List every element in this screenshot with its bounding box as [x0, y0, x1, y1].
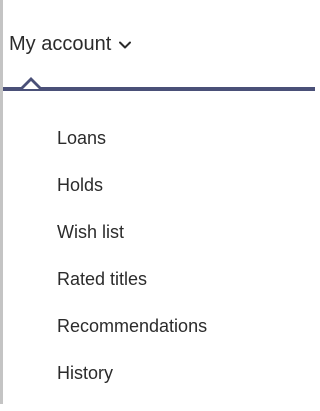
menu-item-recommendations[interactable]: Recommendations: [57, 317, 207, 364]
menu-item-holds[interactable]: Holds: [57, 176, 207, 223]
menu-item-loans[interactable]: Loans: [57, 129, 207, 176]
dropdown-pointer-notch: [19, 77, 43, 89]
my-account-toggle[interactable]: My account: [9, 33, 132, 55]
panel-left-border: [0, 0, 3, 404]
menu-item-wish-list[interactable]: Wish list: [57, 223, 207, 270]
menu-item-rated-titles[interactable]: Rated titles: [57, 270, 207, 317]
dropdown-top-bar: [3, 87, 315, 91]
account-menu-list: Loans Holds Wish list Rated titles Recom…: [57, 129, 207, 411]
chevron-down-icon: [119, 41, 132, 48]
my-account-label: My account: [9, 33, 112, 55]
